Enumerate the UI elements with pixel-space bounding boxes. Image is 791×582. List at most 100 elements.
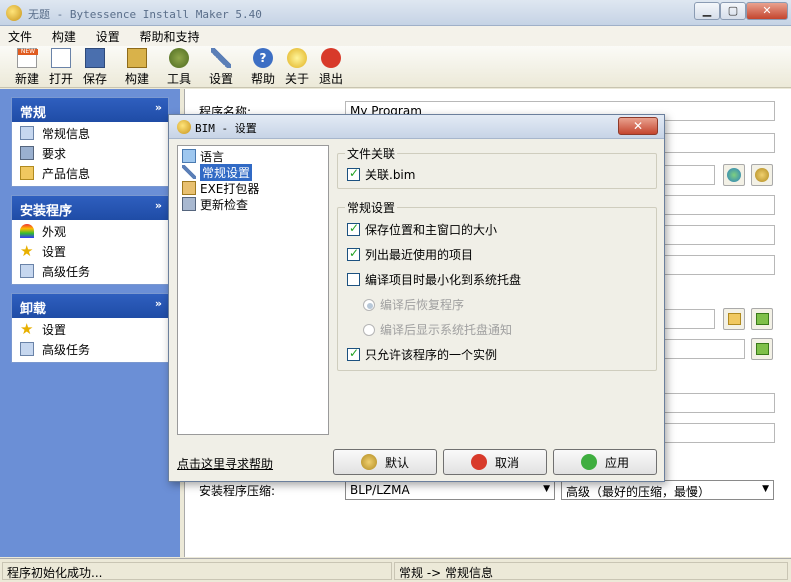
collapse-icon: » — [154, 297, 162, 310]
language-icon — [182, 149, 196, 163]
window-title: 无题 - Bytessence Install Maker 5.40 — [28, 8, 262, 21]
single-instance-checkbox[interactable]: 只允许该程序的一个实例 — [347, 346, 497, 363]
tree-item-exe-packer[interactable]: EXE打包器 — [182, 180, 259, 196]
computer-icon — [20, 146, 34, 160]
menu-help[interactable]: 帮助和支持 — [132, 26, 208, 45]
sidebar-group-header[interactable]: 卸载» — [12, 294, 168, 318]
dialog-titlebar: BIM - 设置 ✕ — [169, 115, 664, 139]
tree-item-update-check[interactable]: 更新检查 — [182, 196, 248, 212]
sidebar: 常规» 常规信息 要求 产品信息 安装程序» 外观 ★ 设置 高级任务 卸载» ★… — [0, 89, 180, 557]
compression-label: 安装程序压缩: — [199, 484, 276, 498]
status-message: 程序初始化成功... — [2, 562, 392, 580]
menu-settings[interactable]: 设置 — [88, 26, 128, 45]
window-titlebar: 无题 - Bytessence Install Maker 5.40 ▁ ▢ ✕ — [0, 0, 791, 26]
chevron-down-icon: ▼ — [543, 484, 550, 494]
save-button[interactable]: 保存 — [76, 48, 114, 87]
build-icon — [127, 48, 147, 68]
stop-icon — [470, 454, 487, 470]
sidebar-group-header[interactable]: 安装程序» — [12, 196, 168, 220]
grid-icon — [20, 264, 34, 278]
statusbar: 程序初始化成功... 常规 -> 常规信息 — [0, 558, 791, 582]
app-icon — [177, 120, 191, 134]
sidebar-item-uninstall-settings[interactable]: ★ 设置 — [12, 318, 168, 338]
grid-icon — [20, 126, 34, 140]
folder-icon — [20, 166, 34, 180]
save-window-size-checkbox[interactable]: 保存位置和主窗口的大小 — [347, 221, 497, 238]
sidebar-item-general-info[interactable]: 常规信息 — [12, 122, 168, 142]
star-icon: ★ — [20, 242, 34, 260]
sidebar-item-installer-settings[interactable]: ★ 设置 — [12, 240, 168, 260]
settings-button[interactable]: 设置 — [202, 48, 240, 87]
arrow-right-icon — [756, 313, 769, 325]
globe-button[interactable] — [723, 164, 745, 186]
close-button[interactable]: ✕ — [746, 2, 788, 20]
collapse-icon: » — [154, 101, 162, 114]
sidebar-item-appearance[interactable]: 外观 — [12, 220, 168, 240]
recent-projects-checkbox[interactable]: 列出最近使用的项目 — [347, 246, 473, 263]
help-link[interactable]: 点击这里寻求帮助 — [177, 455, 273, 472]
dialog-close-button[interactable]: ✕ — [618, 117, 658, 135]
maximize-button[interactable]: ▢ — [720, 2, 746, 20]
exit-button[interactable]: 退出 — [312, 48, 350, 87]
sidebar-item-requirements[interactable]: 要求 — [12, 142, 168, 162]
menu-file[interactable]: 文件 — [0, 26, 40, 45]
sidebar-group-header[interactable]: 常规» — [12, 98, 168, 122]
help-icon: ? — [253, 48, 273, 68]
tree-item-general-settings[interactable]: 常规设置 — [182, 163, 253, 181]
globe-icon — [727, 168, 741, 182]
star-icon: ★ — [20, 320, 34, 338]
about-button[interactable]: 关于 — [278, 48, 316, 87]
stop-icon — [321, 48, 341, 68]
new-icon: NEW — [17, 48, 38, 68]
open-icon — [51, 48, 71, 68]
tree-item-language[interactable]: 语言 — [182, 148, 224, 164]
update-icon — [182, 197, 196, 211]
sidebar-item-product-info[interactable]: 产品信息 — [12, 162, 168, 182]
wrench-icon — [211, 48, 231, 68]
cancel-button[interactable]: 取消 — [443, 449, 547, 475]
chevron-down-icon: ▼ — [762, 484, 769, 494]
sidebar-group-uninstall: 卸载» ★ 设置 高级任务 — [11, 293, 169, 363]
help-button[interactable]: ? 帮助 — [244, 48, 282, 87]
sidebar-group-installer: 安装程序» 外观 ★ 设置 高级任务 — [11, 195, 169, 285]
go-button[interactable] — [751, 338, 773, 360]
file-association-title: 文件关联 — [345, 145, 398, 162]
gear-icon — [169, 48, 189, 68]
browse-button[interactable] — [723, 308, 745, 330]
open-button[interactable]: 打开 — [42, 48, 80, 87]
tray-notify-radio[interactable]: 编译后显示系统托盘通知 — [363, 321, 512, 338]
menu-build[interactable]: 构建 — [44, 26, 84, 45]
minimize-button[interactable]: ▁ — [694, 2, 720, 20]
restore-after-compile-radio[interactable]: 编译后恢复程序 — [363, 296, 464, 313]
menubar: 文件 构建 设置 帮助和支持 — [0, 26, 791, 46]
collapse-icon: » — [154, 199, 162, 212]
gear-icon — [755, 168, 769, 182]
default-button[interactable]: 默认 — [333, 449, 437, 475]
sidebar-item-uninstall-advanced[interactable]: 高级任务 — [12, 338, 168, 358]
wrench-icon — [182, 165, 196, 179]
build-button[interactable]: 构建 — [118, 48, 156, 87]
gear-button[interactable] — [751, 164, 773, 186]
compression-level-select[interactable]: 高级（最好的压缩，最慢） ▼ — [561, 480, 774, 500]
save-icon — [85, 48, 105, 68]
apply-button[interactable]: 应用 — [553, 449, 657, 475]
status-location: 常规 -> 常规信息 — [394, 562, 788, 580]
tools-button[interactable]: 工具 — [160, 48, 198, 87]
rainbow-icon — [20, 224, 34, 238]
app-icon — [6, 5, 22, 21]
settings-tree: 语言 常规设置 EXE打包器 更新检查 — [177, 145, 329, 435]
dialog-title: BIM - 设置 — [195, 122, 257, 135]
compression-algorithm-select[interactable]: BLP/LZMA ▼ — [345, 480, 555, 500]
associate-bim-checkbox[interactable]: 关联.bim — [347, 166, 415, 183]
go-button[interactable] — [751, 308, 773, 330]
check-icon — [580, 454, 597, 470]
gear-icon — [360, 454, 377, 470]
sidebar-item-installer-advanced[interactable]: 高级任务 — [12, 260, 168, 280]
folder-icon — [728, 313, 741, 325]
new-button[interactable]: NEW 新建 — [8, 48, 46, 87]
minimize-to-tray-checkbox[interactable]: 编译项目时最小化到系统托盘 — [347, 271, 521, 288]
toolbar: NEW 新建 打开 保存 构建 工具 设置 ? 帮助 关于 退出 — [0, 46, 791, 88]
lightbulb-icon — [287, 48, 307, 68]
general-settings-title: 常规设置 — [345, 199, 398, 216]
package-icon — [182, 181, 196, 195]
